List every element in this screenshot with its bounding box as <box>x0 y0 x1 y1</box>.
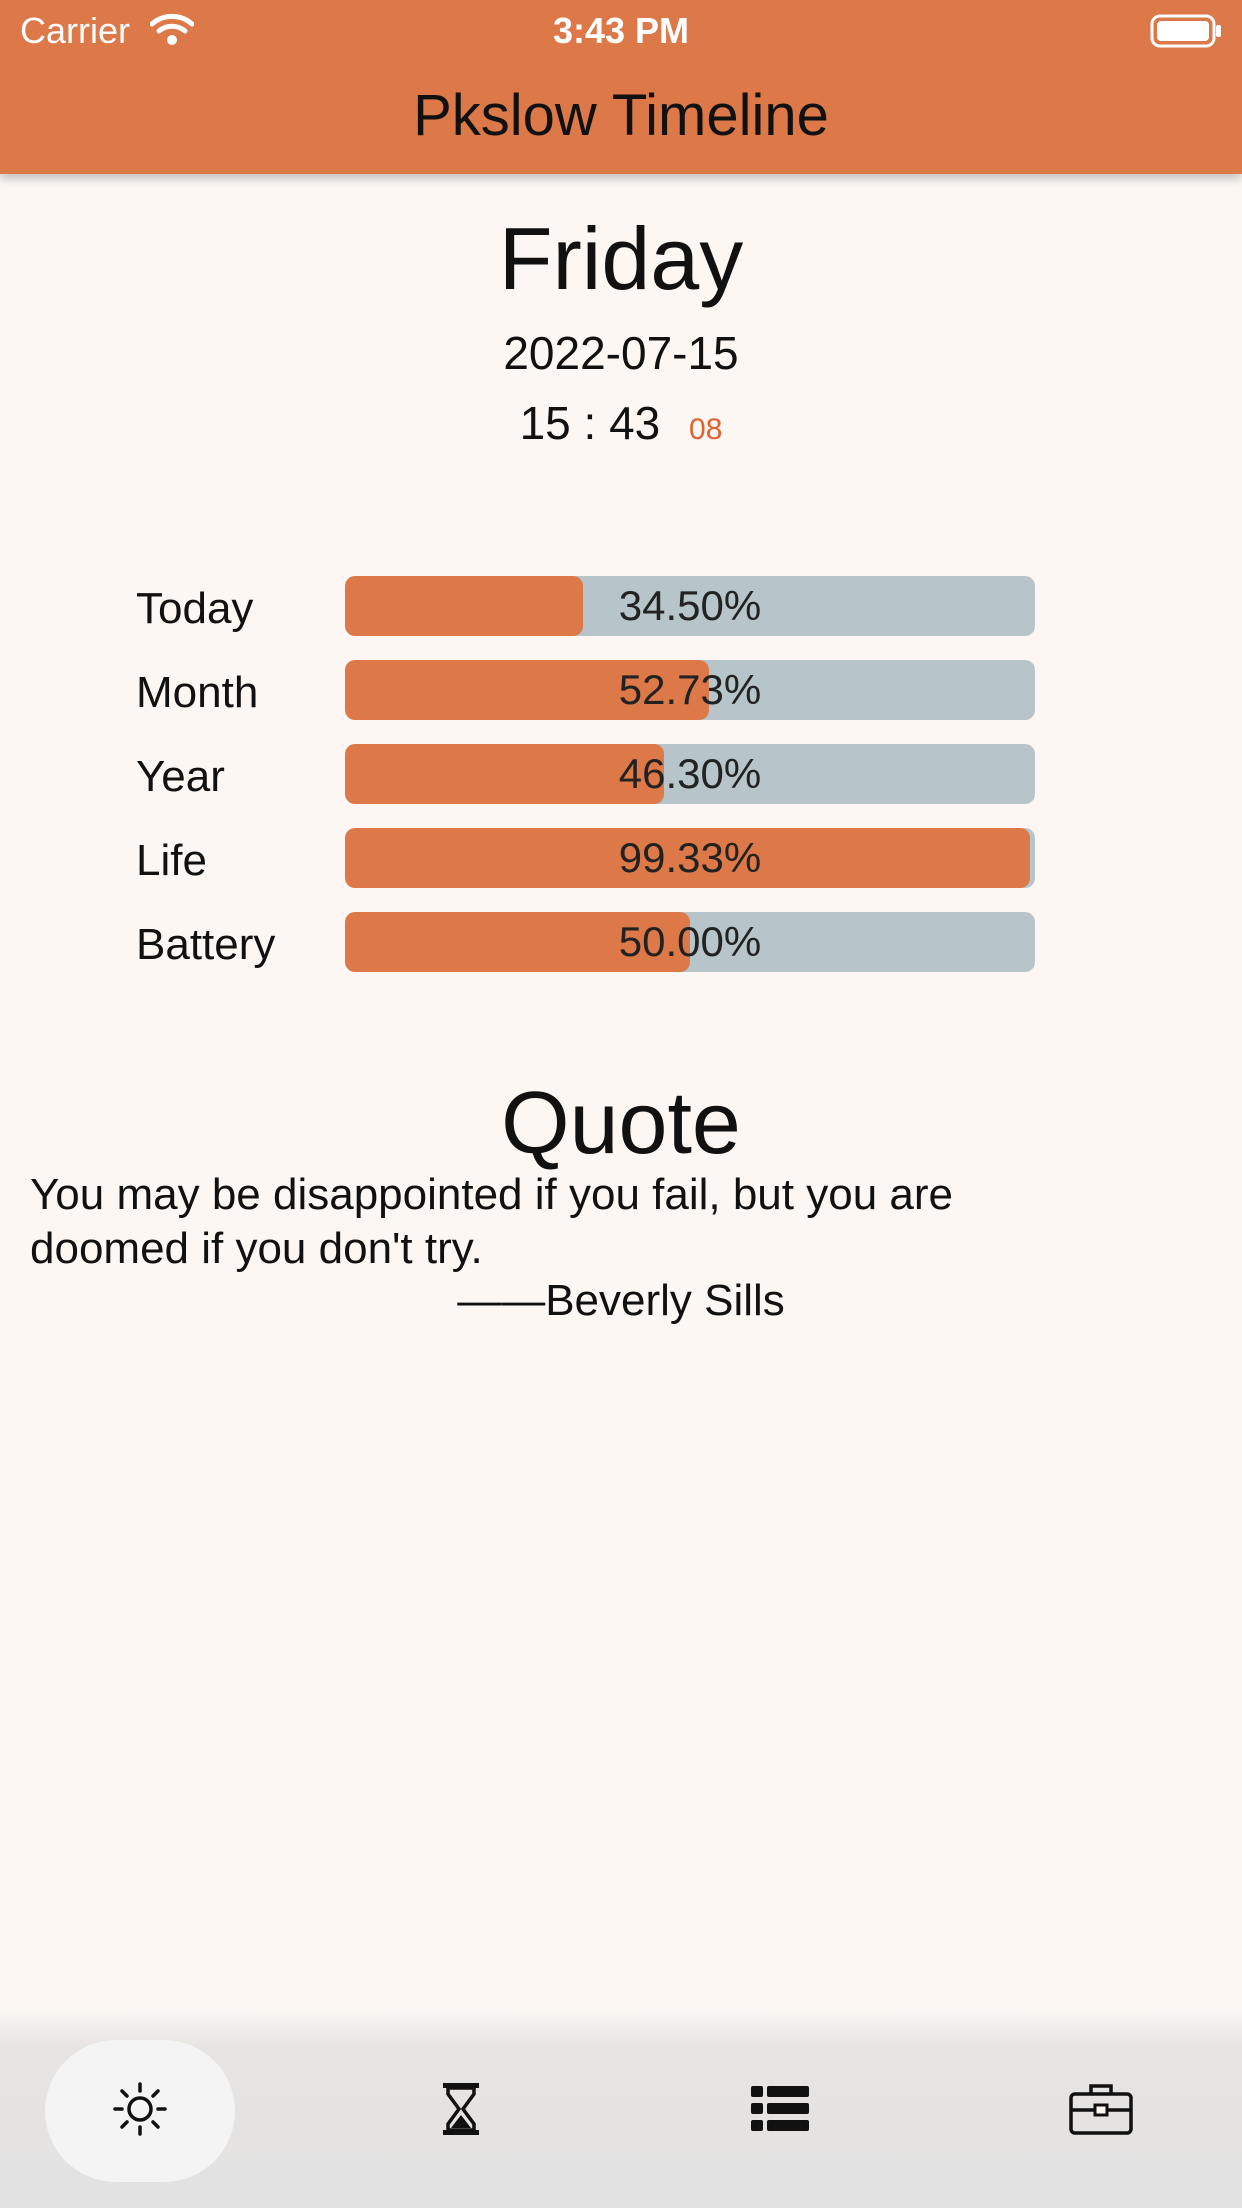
app-title: Pkslow Timeline <box>413 83 829 148</box>
tab-tools[interactable] <box>1006 2040 1196 2182</box>
tab-today[interactable] <box>45 2040 235 2182</box>
tab-countdown[interactable] <box>366 2040 556 2182</box>
clock-minute: 43 <box>609 397 661 449</box>
progress-label: Battery <box>136 920 276 969</box>
battery-icon <box>1150 14 1222 53</box>
progress-label: Month <box>136 668 259 717</box>
clock: 15 : 43 08 <box>0 396 1242 450</box>
progress-value: 34.50% <box>618 582 762 629</box>
progress-row-month: Month 52.73% <box>0 660 1242 720</box>
progress-bar: 99.33% <box>345 828 1035 888</box>
progress-bar: 50.00% <box>345 912 1035 972</box>
quote-author: ——Beverly Sills <box>457 1276 785 1325</box>
date-label: 2022-07-15 <box>503 327 739 379</box>
progress-value: 99.33% <box>618 834 762 881</box>
progress-bar: 34.50% <box>345 576 1035 636</box>
hourglass-icon <box>439 2081 483 2142</box>
progress-label: Life <box>136 836 207 885</box>
status-time: 3:43 PM <box>552 10 690 51</box>
progress-bar: 52.73% <box>345 660 1035 720</box>
sun-icon <box>112 2081 168 2142</box>
progress-label: Today <box>136 584 254 633</box>
progress-row-today: Today 34.50% <box>0 576 1242 636</box>
progress-label: Year <box>136 752 225 801</box>
clock-hour: 15 <box>519 397 571 449</box>
progress-value: 52.73% <box>618 666 762 713</box>
progress-value: 50.00% <box>618 918 762 965</box>
progress-row-year: Year 46.30% <box>0 744 1242 804</box>
app-header: Carrier 3:43 PM Pkslow Timeline <box>0 0 1242 174</box>
progress-row-battery: Battery 50.00% <box>0 912 1242 972</box>
tab-list[interactable] <box>685 2040 875 2182</box>
weekday-label: Friday <box>498 209 744 308</box>
list-icon <box>751 2084 809 2139</box>
quote-text: You may be disappointed if you fail, but… <box>30 1170 953 1273</box>
progress-bar: 46.30% <box>345 744 1035 804</box>
progress-row-life: Life 99.33% <box>0 828 1242 888</box>
quote-title: Quote <box>501 1073 741 1172</box>
progress-value: 46.30% <box>618 750 762 797</box>
clock-separator: : <box>583 397 597 449</box>
briefcase-icon <box>1068 2082 1134 2141</box>
clock-seconds: 08 <box>689 413 723 446</box>
